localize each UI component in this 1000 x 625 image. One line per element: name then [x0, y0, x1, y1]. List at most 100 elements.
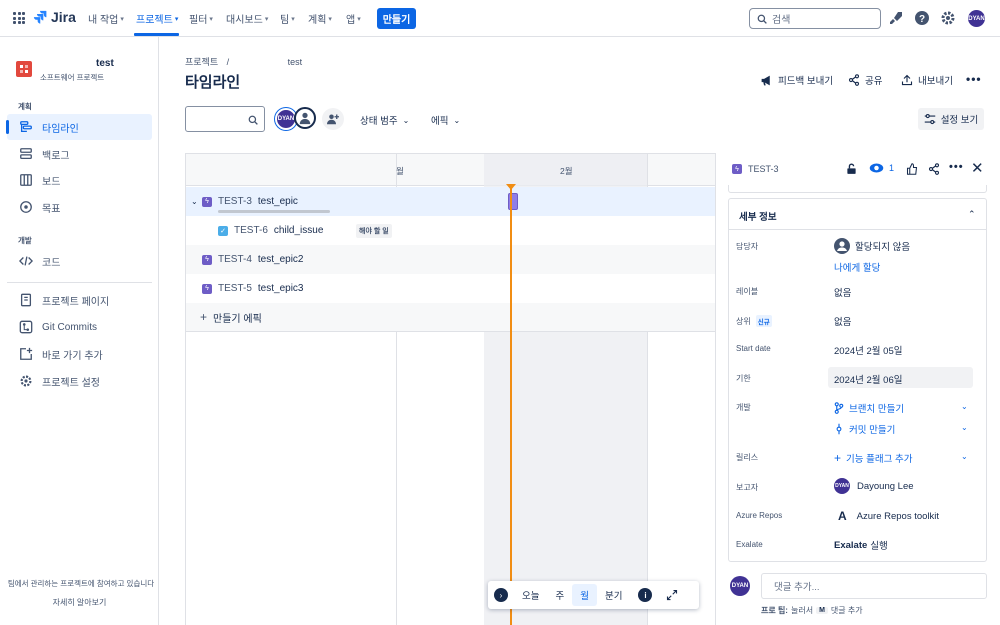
- start-date-value[interactable]: 2024년 2월 05일: [834, 343, 902, 357]
- timeline-row-child[interactable]: ✓ TEST-6 child_issue 해야 할 일: [186, 216, 715, 245]
- more-actions-icon[interactable]: •••: [949, 161, 964, 173]
- filter-label: 에픽: [431, 116, 449, 127]
- comment-input[interactable]: 댓글 추가...: [761, 573, 987, 599]
- export-button[interactable]: 내보내기: [901, 73, 953, 87]
- learn-more-link[interactable]: 자세히 알아보기: [0, 597, 159, 608]
- close-icon[interactable]: ✕: [971, 159, 984, 177]
- timeline-row-epic[interactable]: ϟ TEST-4 test_epic2: [186, 245, 715, 274]
- assign-to-me-link[interactable]: 나에게 할당: [834, 260, 880, 274]
- scale-quarter[interactable]: 분기: [597, 584, 630, 606]
- branch-icon: [834, 402, 844, 414]
- share-icon[interactable]: [928, 163, 940, 175]
- expand-left-icon[interactable]: ›: [494, 588, 508, 602]
- app-switcher-icon[interactable]: [13, 12, 25, 24]
- assignee-value[interactable]: 할당되지 않음: [834, 238, 910, 254]
- sidebar-item-project-settings[interactable]: 프로젝트 설정: [7, 368, 152, 394]
- exalate-value[interactable]: Exalate 실행: [834, 538, 888, 553]
- create-button[interactable]: 만들기: [377, 8, 416, 29]
- lock-icon[interactable]: [846, 163, 857, 175]
- nav-apps[interactable]: 앱 ▾: [346, 11, 361, 26]
- nav-label: 팀: [280, 15, 290, 26]
- scale-month[interactable]: 월: [572, 584, 597, 606]
- issue-summary: test_epic3: [257, 283, 304, 294]
- chevron-up-icon[interactable]: ⌃: [968, 209, 976, 220]
- scale-week[interactable]: 주: [547, 584, 572, 606]
- export-label: 내보내기: [918, 76, 953, 87]
- thumbs-up-icon[interactable]: [906, 163, 918, 175]
- sidebar-item-backlog[interactable]: 백로그: [7, 141, 152, 167]
- issue-detail-panel: ϟ TEST-3 1 ••• ✕ 세부 정보 ⌃ 담당자 할당되지 않음 나에게…: [715, 153, 1000, 625]
- nav-teams[interactable]: 팀 ▾: [280, 11, 295, 26]
- profile-avatar[interactable]: DYAN: [968, 10, 985, 27]
- create-epic-row[interactable]: + 만들기 에픽: [186, 303, 715, 332]
- details-heading: 세부 정보: [739, 212, 777, 223]
- create-epic-button[interactable]: + 만들기 에픽: [200, 310, 262, 325]
- nav-projects[interactable]: 프로젝트 ▾: [136, 11, 178, 26]
- timeline-grid: 월 2월 ⌄ ϟ TEST-3 test_epic ✓ TEST-6 child…: [185, 153, 715, 625]
- project-name: test: [96, 58, 114, 69]
- watchers-button[interactable]: 1: [869, 162, 894, 174]
- info-icon[interactable]: i: [638, 588, 653, 602]
- sidebar-item-board[interactable]: 보드: [7, 167, 152, 193]
- status-category-filter[interactable]: 상태 범주 ⌄: [360, 113, 409, 128]
- sidebar-item-goals[interactable]: 목표: [7, 194, 152, 220]
- help-icon[interactable]: ?: [914, 10, 930, 26]
- feedback-button[interactable]: 피드백 보내기: [760, 73, 833, 87]
- chevron-down-icon: ▾: [357, 15, 361, 23]
- today-button[interactable]: 오늘: [514, 584, 547, 606]
- issue-key[interactable]: TEST-3: [748, 164, 779, 174]
- breadcrumb-projects[interactable]: 프로젝트: [185, 57, 218, 67]
- epic-filter[interactable]: 에픽 ⌄: [431, 113, 460, 128]
- nav-dashboards[interactable]: 대시보드 ▾: [226, 11, 268, 26]
- jira-logo[interactable]: Jira: [33, 9, 76, 25]
- issue-summary: test_epic: [257, 196, 298, 207]
- more-actions-icon[interactable]: •••: [966, 72, 982, 86]
- timeline-row-epic[interactable]: ϟ TEST-5 test_epic3: [186, 274, 715, 303]
- goals-target-icon: [20, 201, 32, 213]
- filter-avatar-unassigned[interactable]: [294, 107, 316, 129]
- azure-repos-value[interactable]: A Azure Repos toolkit: [834, 509, 939, 523]
- chevron-down-icon[interactable]: ⌄: [961, 423, 968, 432]
- sidebar-item-label: 프로젝트 설정: [42, 377, 100, 389]
- tip-key: M: [816, 607, 828, 614]
- due-date-value[interactable]: 2024년 2월 06일: [834, 372, 902, 386]
- view-settings-button[interactable]: 설정 보기: [918, 108, 984, 130]
- epic-icon: ϟ: [732, 164, 742, 174]
- add-people-button[interactable]: [322, 108, 344, 130]
- timeline-row-epic[interactable]: ⌄ ϟ TEST-3 test_epic: [186, 187, 715, 216]
- timeline-search-input[interactable]: [185, 106, 265, 132]
- project-type: 소프트웨어 프로젝트: [40, 73, 105, 82]
- add-feature-flag-link[interactable]: + 기능 플래그 추가: [834, 451, 912, 465]
- settings-gear-icon[interactable]: [940, 10, 956, 26]
- chevron-down-icon[interactable]: ⌄: [961, 452, 968, 461]
- sidebar: test 소프트웨어 프로젝트 계획 타임라인 백로그 보드 목표 개발 코드 …: [0, 37, 159, 625]
- sidebar-item-add-shortcut[interactable]: 바로 가기 추가: [7, 341, 152, 367]
- sidebar-item-git-commits[interactable]: Git Commits: [7, 314, 152, 340]
- fullscreen-icon[interactable]: [666, 589, 678, 601]
- feedback-label: 피드백 보내기: [778, 76, 834, 87]
- sidebar-item-code[interactable]: 코드: [7, 248, 152, 274]
- chevron-down-icon[interactable]: ⌄: [961, 402, 968, 411]
- parent-value[interactable]: 없음: [834, 314, 851, 328]
- watchers-count: 1: [889, 163, 895, 173]
- reporter-value[interactable]: DYAN Dayoung Lee: [834, 478, 914, 494]
- search-icon: [757, 14, 767, 24]
- nav-your-work[interactable]: 내 작업 ▾: [88, 11, 124, 26]
- nav-label: 내 작업: [88, 15, 119, 26]
- nav-filters[interactable]: 필터 ▾: [189, 11, 213, 26]
- create-branch-link[interactable]: 브랜치 만들기: [834, 401, 904, 415]
- pro-tip: 프로 팁: 눌러서 M 댓글 추가: [761, 605, 863, 616]
- page-icon: [20, 293, 32, 307]
- create-commit-link[interactable]: 커밋 만들기: [834, 422, 895, 436]
- nav-plans[interactable]: 계획 ▾: [308, 11, 332, 26]
- search-input[interactable]: 검색: [749, 8, 881, 29]
- notifications-rocket-icon[interactable]: [888, 10, 904, 26]
- megaphone-icon: [761, 75, 770, 85]
- section-dev-heading: 개발: [18, 236, 32, 245]
- sidebar-item-timeline[interactable]: 타임라인: [6, 114, 152, 140]
- breadcrumb-project[interactable]: test: [288, 57, 303, 67]
- chevron-down-icon[interactable]: ⌄: [191, 197, 198, 206]
- share-button[interactable]: 공유: [848, 73, 882, 87]
- sidebar-item-project-pages[interactable]: 프로젝트 페이지: [7, 287, 152, 313]
- labels-value[interactable]: 없음: [834, 285, 851, 299]
